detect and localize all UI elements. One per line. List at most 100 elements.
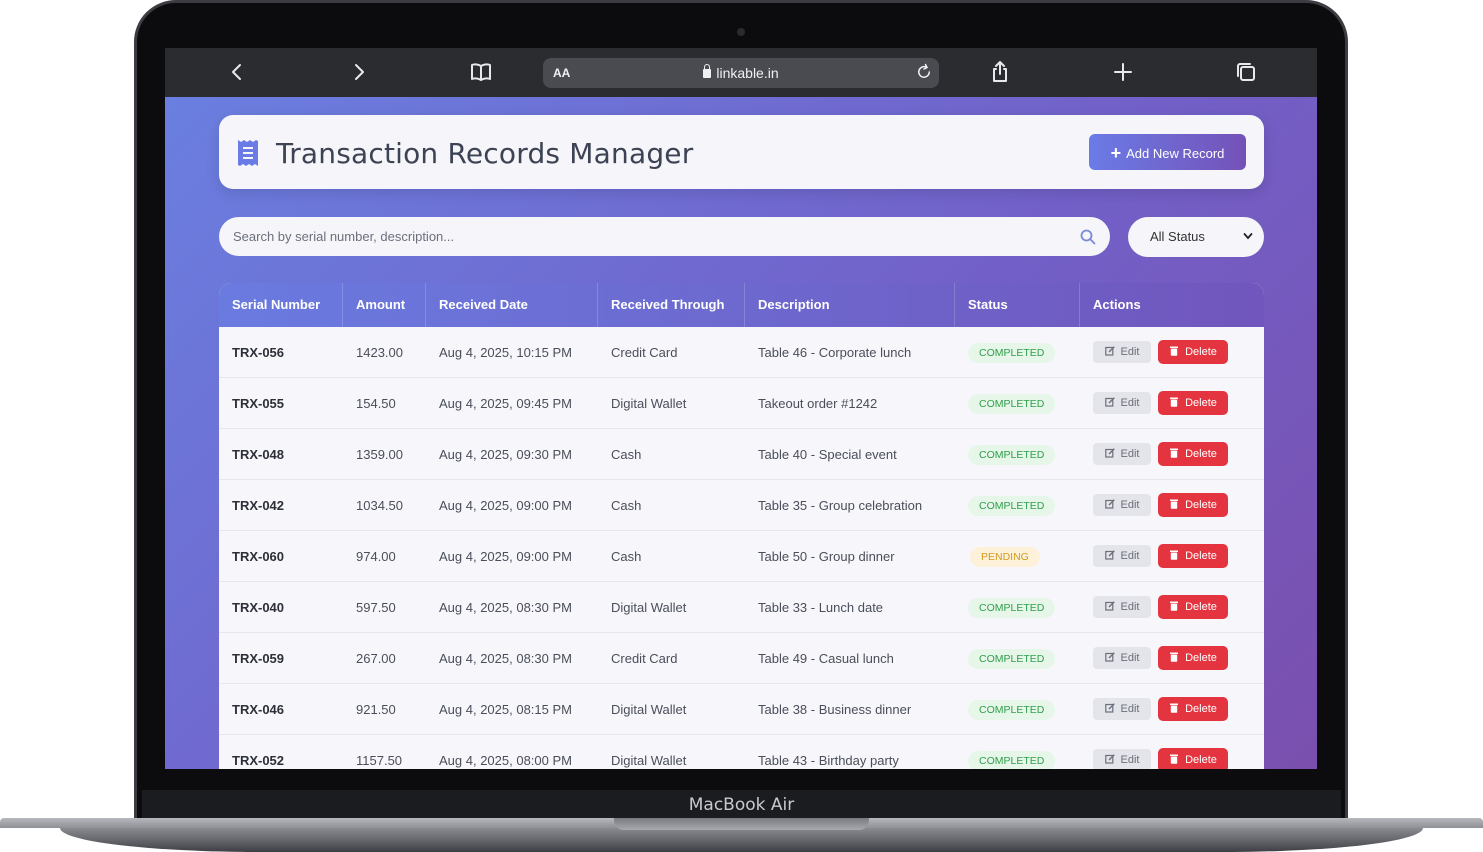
status-badge: COMPLETED bbox=[968, 598, 1056, 618]
edit-button[interactable]: Edit bbox=[1093, 596, 1151, 618]
cell-date: Aug 4, 2025, 08:30 PM bbox=[439, 651, 572, 666]
address-bar[interactable]: AA linkable.in bbox=[543, 58, 939, 88]
device-label: MacBook Air bbox=[688, 795, 795, 815]
edit-button[interactable]: Edit bbox=[1093, 341, 1151, 363]
cell-date: Aug 4, 2025, 08:00 PM bbox=[439, 753, 572, 768]
cell-serial: TRX-055 bbox=[232, 396, 285, 411]
trash-icon bbox=[1170, 346, 1179, 356]
edit-button[interactable]: Edit bbox=[1093, 749, 1151, 769]
edit-label: Edit bbox=[1120, 397, 1140, 409]
laptop-base bbox=[0, 818, 1483, 852]
page-title: Transaction Records Manager bbox=[276, 137, 694, 170]
forward-icon[interactable] bbox=[346, 60, 372, 86]
status-badge: COMPLETED bbox=[968, 496, 1056, 516]
edit-label: Edit bbox=[1120, 652, 1140, 664]
share-icon[interactable] bbox=[987, 60, 1013, 86]
cell-description: Table 40 - Special event bbox=[758, 447, 897, 462]
cell-amount: 1034.50 bbox=[356, 498, 403, 513]
search-icon[interactable] bbox=[1080, 229, 1096, 245]
delete-label: Delete bbox=[1185, 550, 1217, 562]
cell-through: Cash bbox=[611, 498, 642, 513]
url-display[interactable]: linkable.in bbox=[543, 64, 939, 81]
cell-through: Cash bbox=[611, 447, 642, 462]
edit-label: Edit bbox=[1120, 754, 1140, 766]
delete-label: Delete bbox=[1185, 397, 1217, 409]
cell-serial: TRX-040 bbox=[232, 600, 285, 615]
status-badge: COMPLETED bbox=[968, 700, 1056, 720]
cell-through: Digital Wallet bbox=[611, 753, 687, 768]
table-header: Serial Number Amount Received Date Recei… bbox=[219, 283, 1264, 327]
trash-icon bbox=[1170, 397, 1179, 407]
bookmarks-icon[interactable] bbox=[468, 60, 494, 86]
edit-icon bbox=[1104, 499, 1115, 509]
web-page: Transaction Records Manager + Add New Rec… bbox=[165, 97, 1317, 769]
column-header: Actions bbox=[1093, 297, 1141, 312]
table-row: TRX-046 921.50 Aug 4, 2025, 08:15 PM Digita… bbox=[219, 684, 1264, 735]
cell-description: Takeout order #1242 bbox=[758, 396, 878, 411]
delete-button[interactable]: Delete bbox=[1158, 748, 1228, 769]
column-header: Serial Number bbox=[219, 283, 343, 327]
status-filter-select[interactable]: All Status bbox=[1128, 217, 1264, 257]
add-record-button[interactable]: + Add New Record bbox=[1089, 134, 1246, 170]
edit-label: Edit bbox=[1120, 346, 1140, 358]
cell-description: Table 43 - Birthday party bbox=[758, 753, 899, 768]
delete-button[interactable]: Delete bbox=[1158, 442, 1228, 466]
cell-amount: 267.00 bbox=[356, 651, 396, 666]
edit-icon bbox=[1104, 448, 1115, 458]
delete-button[interactable]: Delete bbox=[1158, 646, 1228, 670]
cell-description: Table 35 - Group celebration bbox=[758, 498, 923, 513]
delete-button[interactable]: Delete bbox=[1158, 544, 1228, 568]
table-row: TRX-042 1034.50 Aug 4, 2025, 09:00 PM Cash T… bbox=[219, 480, 1264, 531]
laptop-mockup: AA linkable.in Transaction Records Manag… bbox=[0, 0, 1483, 852]
table-row: TRX-059 267.00 Aug 4, 2025, 08:30 PM Credit… bbox=[219, 633, 1264, 684]
search-input[interactable] bbox=[233, 217, 1053, 256]
base-bottom bbox=[60, 828, 1423, 852]
cell-description: Table 49 - Casual lunch bbox=[758, 651, 894, 666]
status-badge: COMPLETED bbox=[968, 394, 1056, 414]
cell-through: Credit Card bbox=[611, 345, 678, 360]
delete-button[interactable]: Delete bbox=[1158, 493, 1228, 517]
cell-serial: TRX-059 bbox=[232, 651, 285, 666]
browser-toolbar: AA linkable.in bbox=[165, 48, 1317, 97]
transactions-table: Serial Number Amount Received Date Recei… bbox=[219, 283, 1264, 769]
table-row: TRX-055 154.50 Aug 4, 2025, 09:45 PM Digita… bbox=[219, 378, 1264, 429]
delete-button[interactable]: Delete bbox=[1158, 595, 1228, 619]
status-badge: COMPLETED bbox=[968, 445, 1056, 465]
cell-amount: 597.50 bbox=[356, 600, 396, 615]
delete-label: Delete bbox=[1185, 601, 1217, 613]
reload-icon[interactable] bbox=[915, 63, 933, 81]
cell-date: Aug 4, 2025, 08:15 PM bbox=[439, 702, 572, 717]
cell-date: Aug 4, 2025, 09:45 PM bbox=[439, 396, 572, 411]
back-icon[interactable] bbox=[224, 60, 250, 86]
table-row: TRX-052 1157.50 Aug 4, 2025, 08:00 PM Digit… bbox=[219, 735, 1264, 769]
edit-icon bbox=[1104, 346, 1115, 356]
column-header: Amount bbox=[343, 283, 426, 327]
cell-through: Digital Wallet bbox=[611, 702, 687, 717]
edit-button[interactable]: Edit bbox=[1093, 494, 1151, 516]
edit-label: Edit bbox=[1120, 499, 1140, 511]
delete-button[interactable]: Delete bbox=[1158, 391, 1228, 415]
cell-serial: TRX-060 bbox=[232, 549, 285, 564]
edit-button[interactable]: Edit bbox=[1093, 647, 1151, 669]
edit-button[interactable]: Edit bbox=[1093, 545, 1151, 567]
cell-serial: TRX-056 bbox=[232, 345, 285, 360]
delete-button[interactable]: Delete bbox=[1158, 697, 1228, 721]
status-filter-value: All Status bbox=[1150, 229, 1205, 244]
column-header: Received Through bbox=[598, 283, 745, 327]
edit-icon bbox=[1104, 550, 1115, 560]
cell-through: Cash bbox=[611, 549, 642, 564]
edit-button[interactable]: Edit bbox=[1093, 698, 1151, 720]
edit-button[interactable]: Edit bbox=[1093, 443, 1151, 465]
url-text: linkable.in bbox=[716, 65, 779, 81]
cell-date: Aug 4, 2025, 09:00 PM bbox=[439, 498, 572, 513]
edit-button[interactable]: Edit bbox=[1093, 392, 1151, 414]
cell-date: Aug 4, 2025, 10:15 PM bbox=[439, 345, 572, 360]
trash-icon bbox=[1170, 601, 1179, 611]
search-box bbox=[219, 217, 1110, 256]
delete-button[interactable]: Delete bbox=[1158, 340, 1228, 364]
tabs-icon[interactable] bbox=[1233, 60, 1259, 86]
edit-label: Edit bbox=[1120, 703, 1140, 715]
chevron-down-icon bbox=[1243, 233, 1253, 240]
cell-through: Digital Wallet bbox=[611, 396, 687, 411]
new-tab-icon[interactable] bbox=[1110, 60, 1136, 86]
